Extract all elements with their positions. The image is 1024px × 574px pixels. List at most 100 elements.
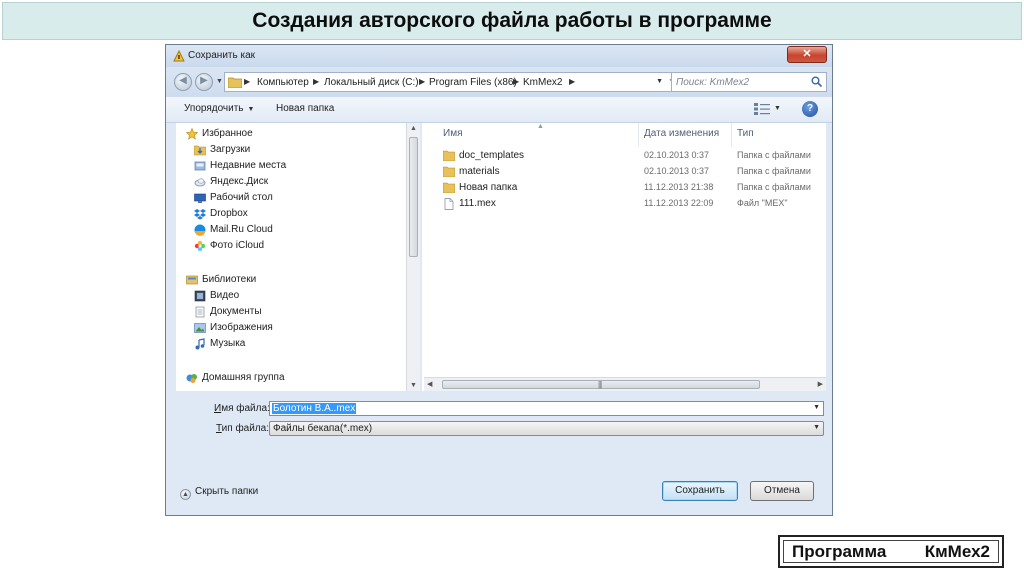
file-row[interactable]: Новая папка 11.12.2013 21:38 Папка с фай… (422, 180, 822, 196)
file-row[interactable]: 111.mex 11.12.2013 22:09 Файл "MEX" (422, 196, 822, 212)
save-as-dialog: Сохранить как ✕ ◀ ▶ ▼ ▶ Компьютер ▶ Лока… (165, 44, 833, 516)
help-icon[interactable]: ? (802, 101, 818, 117)
view-options-icon[interactable] (754, 103, 770, 115)
nav-item-label: Видео (210, 290, 240, 301)
nav-item-label: Dropbox (210, 208, 248, 219)
scroll-right-icon[interactable]: ▶ (818, 380, 823, 388)
file-icon (444, 198, 454, 210)
scroll-left-icon[interactable]: ◀ (427, 380, 432, 388)
nav-item-label: Mail.Ru Cloud (210, 224, 273, 235)
app-icon (173, 50, 185, 62)
forward-arrow-icon: ▶ (200, 75, 208, 86)
slide-header: Создания авторского файла работы в прогр… (2, 2, 1022, 40)
program-caption: Программа КмМех2 (778, 535, 1004, 568)
music-library-icon (195, 338, 205, 350)
nav-item-label: Музыка (210, 338, 246, 349)
breadcrumb-kmmex2[interactable]: KmMex2 (523, 77, 562, 88)
scroll-down-icon[interactable]: ▼ (410, 382, 417, 389)
organize-button[interactable]: Упорядочить ▼ (184, 103, 254, 114)
filename-field[interactable]: Болотин В.А..mex ▼ (269, 401, 824, 416)
nav-item-label: Документы (210, 306, 262, 317)
filetype-label-text: ип файла: (221, 423, 270, 434)
recent-locations-dropdown[interactable]: ▼ (216, 78, 223, 85)
close-button[interactable]: ✕ (787, 46, 827, 63)
file-name: 111.mex (459, 198, 496, 209)
icloud-photos-icon (194, 240, 206, 252)
file-type: Папка с файлами (737, 166, 811, 176)
column-header-name[interactable]: Имя (443, 128, 462, 139)
file-date: 11.12.2013 21:38 (644, 182, 714, 192)
file-type: Папка с файлами (737, 150, 811, 160)
view-dropdown-icon[interactable]: ▼ (774, 105, 781, 112)
folder-icon (443, 166, 455, 177)
slide-title: Создания авторского файла работы в прогр… (252, 9, 772, 32)
file-name: Новая папка (459, 182, 518, 193)
filename-value: Болотин В.А..mex (272, 403, 357, 414)
folder-icon (443, 182, 455, 193)
column-divider[interactable] (638, 123, 639, 147)
scrollbar-thumb[interactable]: ||| (442, 380, 760, 389)
file-name: materials (459, 166, 500, 177)
file-date: 11.12.2013 22:09 (644, 198, 714, 208)
back-button[interactable]: ◀ (174, 73, 192, 91)
chevron-down-icon: ▼ (247, 106, 255, 113)
chevron-up-icon: ▲ (180, 489, 191, 500)
dropbox-icon (194, 209, 206, 220)
program-caption-label: Программа (792, 541, 887, 561)
hide-folders-button[interactable]: ▲ Скрыть папки (180, 486, 258, 500)
command-toolbar: Упорядочить ▼ Новая папка ▼ ? (166, 97, 832, 123)
hide-folders-label: Скрыть папки (195, 486, 259, 497)
filename-label-text: мя файла: (221, 403, 270, 414)
dialog-title: Сохранить как (188, 50, 256, 61)
file-date: 02.10.2013 0:37 (644, 150, 710, 160)
file-list-scrollbar[interactable]: ◀ ||| ▶ (424, 377, 826, 391)
search-input[interactable] (676, 75, 804, 89)
nav-item-label: Рабочий стол (210, 192, 273, 203)
filetype-select[interactable]: Файлы бекапа(*.mex) ▼ (269, 421, 824, 436)
address-bar: ◀ ▶ ▼ ▶ Компьютер ▶ Локальный диск (C:) … (166, 67, 832, 97)
nav-item-label: Недавние места (210, 160, 287, 171)
mailru-cloud-icon (194, 224, 206, 236)
libraries-icon (186, 275, 198, 285)
folder-icon (443, 150, 455, 161)
scrollbar-grip-icon: ||| (598, 380, 602, 389)
sort-ascending-icon: ▲ (537, 123, 544, 130)
file-list: ▲ Имя Дата изменения Тип doc_templates 0… (422, 123, 826, 391)
forward-button[interactable]: ▶ (195, 73, 213, 91)
navigation-pane: Избранное Загрузки Недавние места Яндекс… (176, 123, 416, 391)
nav-item-label: Фото iCloud (210, 240, 265, 251)
breadcrumb-separator-icon: ▶ (244, 77, 251, 86)
organize-label: Упорядочить (184, 103, 244, 114)
save-button[interactable]: Сохранить (662, 481, 738, 501)
file-name: doc_templates (459, 150, 525, 161)
chevron-down-icon[interactable]: ▼ (813, 404, 820, 411)
presentation-slide: Создания авторского файла работы в прогр… (0, 0, 1024, 574)
file-row[interactable]: doc_templates 02.10.2013 0:37 Папка с фа… (422, 148, 822, 164)
scrollbar-thumb[interactable] (409, 137, 418, 257)
recent-places-icon (194, 161, 206, 171)
navigation-scrollbar[interactable]: ▲ ▼ (406, 123, 420, 391)
filetype-label: Тип файла: (216, 423, 269, 434)
nav-item-label: Домашняя группа (202, 372, 285, 383)
nav-favorites-label: Избранное (202, 128, 253, 139)
path-dropdown-button[interactable]: ▼ (656, 78, 663, 85)
filetype-value: Файлы бекапа(*.mex) (273, 423, 373, 434)
search-icon[interactable] (811, 76, 822, 87)
cancel-button[interactable]: Отмена (750, 481, 814, 501)
file-row[interactable]: materials 02.10.2013 0:37 Папка с файлам… (422, 164, 822, 180)
new-folder-button[interactable]: Новая папка (276, 103, 334, 114)
breadcrumb-local-disk[interactable]: Локальный диск (C:) (324, 77, 419, 88)
nav-item-label: Изображения (210, 322, 273, 333)
scroll-up-icon[interactable]: ▲ (410, 125, 417, 132)
chevron-down-icon: ▼ (813, 424, 820, 431)
dialog-titlebar[interactable]: Сохранить как ✕ (166, 45, 832, 67)
homegroup-icon (186, 374, 197, 383)
breadcrumb-program-files[interactable]: Program Files (x86) (429, 77, 517, 88)
breadcrumb[interactable]: ▶ Компьютер ▶ Локальный диск (C:) ▶ Prog… (224, 72, 684, 92)
search-box[interactable] (671, 72, 827, 92)
column-header-type[interactable]: Тип (737, 128, 754, 139)
column-divider[interactable] (731, 123, 732, 147)
breadcrumb-computer[interactable]: Компьютер (257, 77, 309, 88)
documents-library-icon (195, 306, 205, 318)
column-header-date[interactable]: Дата изменения (644, 128, 719, 139)
